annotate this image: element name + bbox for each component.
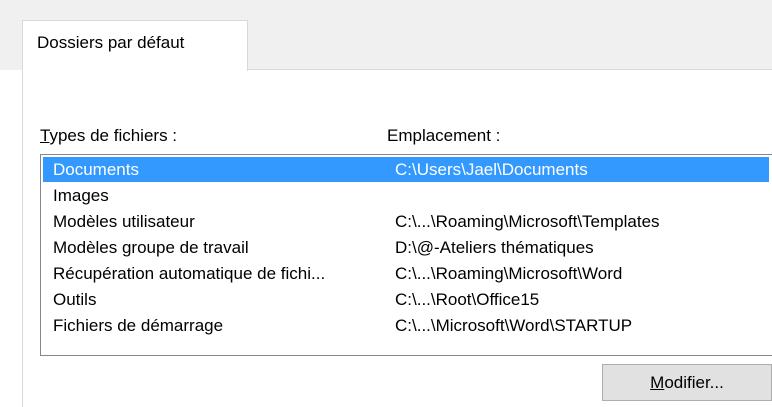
list-item[interactable]: Documents C:\Users\Jael\Documents [43, 157, 769, 182]
list-item[interactable]: Fichiers de démarrage C:\...\Microsoft\W… [43, 313, 769, 339]
modify-button-label: odifier... [664, 373, 724, 392]
location-cell: C:\Users\Jael\Documents [395, 160, 588, 179]
location-cell: C:\...\Root\Office15 [395, 290, 540, 309]
location-cell: C:\...\Roaming\Microsoft\Templates [395, 212, 660, 231]
location-header: Emplacement : [387, 126, 501, 145]
panel-border [22, 70, 23, 407]
tab-strip: Dossiers par défaut [0, 0, 772, 71]
tab-strip-divider [248, 69, 772, 70]
modify-accelerator: M [650, 373, 665, 392]
file-type-cell: Images [53, 186, 109, 205]
file-type-cell: Récupération automatique de fichi... [53, 264, 326, 283]
file-type-cell: Outils [53, 290, 97, 309]
file-types-header-text: ypes de fichiers : [49, 126, 178, 145]
location-cell: D:\@-Ateliers thématiques [395, 238, 594, 257]
file-type-cell: Modèles groupe de travail [53, 238, 249, 257]
file-locations-list[interactable]: Documents C:\Users\Jael\Documents Images… [40, 154, 772, 356]
tab-label: Dossiers par défaut [37, 33, 185, 52]
file-locations-dialog: Dossiers par défaut Types de fichiers : … [0, 0, 772, 407]
file-type-cell: Documents [53, 160, 139, 179]
tab-default-folders[interactable]: Dossiers par défaut [22, 20, 248, 71]
file-type-cell: Fichiers de démarrage [53, 316, 224, 335]
modify-button[interactable]: Modifier... [602, 364, 772, 401]
list-item[interactable]: Modèles groupe de travail D:\@-Ateliers … [43, 235, 769, 261]
list-item[interactable]: Modèles utilisateur C:\...\Roaming\Micro… [43, 209, 769, 235]
list-item[interactable]: Outils C:\...\Root\Office15 [43, 287, 769, 313]
list-item[interactable]: Récupération automatique de fichi... C:\… [43, 261, 769, 287]
location-cell: C:\...\Roaming\Microsoft\Word [395, 264, 623, 283]
file-type-cell: Modèles utilisateur [53, 212, 195, 231]
file-types-header: Types de fichiers : [40, 126, 177, 146]
list-item[interactable]: Images [43, 183, 769, 209]
location-cell: C:\...\Microsoft\Word\STARTUP [395, 316, 633, 335]
